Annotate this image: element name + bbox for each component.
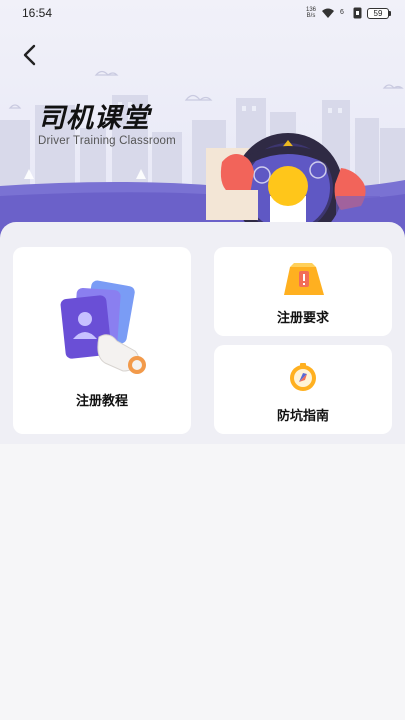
compass-icon xyxy=(290,363,316,391)
network-speed: 136 B/s xyxy=(306,7,316,19)
pitfall-guide-card[interactable]: 防坑指南 xyxy=(214,345,392,434)
hero-banner: 司机课堂 Driver Training Classroom xyxy=(0,0,405,240)
page-subtitle: Driver Training Classroom xyxy=(38,135,176,147)
status-time: 16:54 xyxy=(22,6,53,20)
card-label: 防坑指南 xyxy=(276,409,329,424)
battery-indicator: 59 xyxy=(367,7,391,19)
registration-tutorial-card[interactable]: 注册教程 xyxy=(13,247,191,434)
status-bar: 16:54 136 B/s 6 59 xyxy=(0,0,405,26)
battery-level: 59 xyxy=(367,7,389,19)
warning-sign-icon xyxy=(284,263,324,295)
chevron-left-icon xyxy=(23,44,36,66)
wifi-icon xyxy=(322,8,334,18)
network-speed-unit: B/s xyxy=(306,13,316,19)
battery-tip xyxy=(389,10,391,16)
card-label: 注册教程 xyxy=(75,394,128,409)
id-card-hand-icon xyxy=(60,280,146,374)
status-icons: 136 B/s 6 59 xyxy=(306,5,391,21)
svg-text:6: 6 xyxy=(340,9,344,16)
card-label: 注册要求 xyxy=(276,311,329,326)
sim-card-icon xyxy=(353,7,362,19)
signal-6-icon: 6 xyxy=(340,9,344,16)
registration-requirements-card[interactable]: 注册要求 xyxy=(214,247,392,336)
page-title: 司机课堂 xyxy=(38,103,150,134)
back-button[interactable] xyxy=(14,40,44,70)
